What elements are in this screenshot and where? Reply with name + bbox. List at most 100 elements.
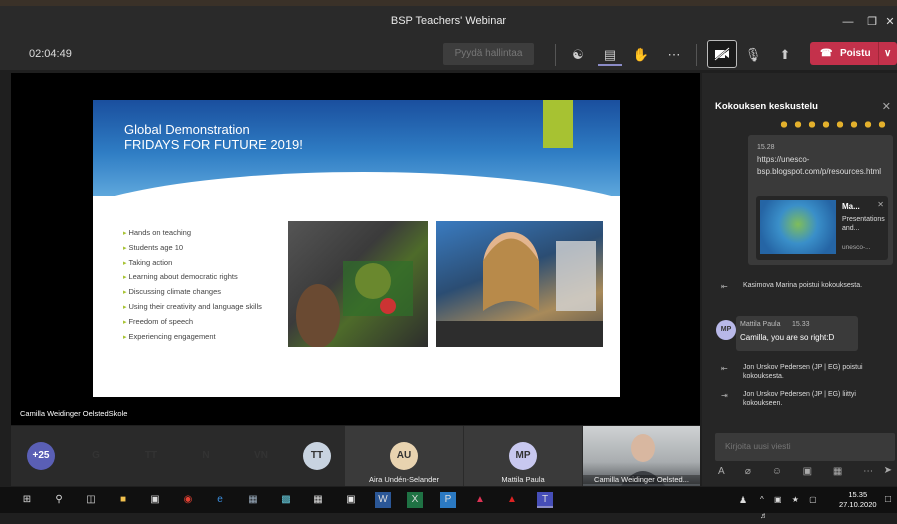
participant-avatar[interactable]: G [82, 442, 110, 470]
leave-button[interactable]: ☎ Poistu ∨ [810, 42, 897, 65]
slide-title: Global Demonstration FRIDAYS FOR FUTURE … [124, 122, 303, 152]
join-event-icon: ⇥ [721, 391, 728, 400]
participant-name: Mattila Paula [501, 475, 545, 484]
paint-icon[interactable]: ▦ [245, 492, 261, 508]
slide-title-line1: Global Demonstration [124, 122, 250, 137]
video-tile[interactable]: Camilla Weidinger Oelsted... [583, 426, 700, 486]
message-sender: Mattila Paula [740, 321, 781, 328]
excel-icon[interactable]: X [407, 492, 423, 508]
window-title: BSP Teachers' Webinar [390, 15, 507, 27]
meeting-toolbar: 02:04:49 Pyydä hallintaa ☯ ▤ ✋ ⋯ 🎙 ⬆ ☎ P… [0, 40, 897, 70]
edge-icon[interactable]: e [212, 492, 228, 508]
chat-panel: Kokouksen keskustelu ✕ 15.28 https://une… [702, 73, 897, 486]
hand-icon[interactable]: ✋ [629, 44, 653, 66]
event-text: Jon Urskov Pedersen (JP | EG) liittyi ko… [743, 391, 856, 407]
bullet-item: Freedom of speech [123, 315, 262, 330]
participant-avatar: AU [390, 442, 418, 470]
meeting-timer: 02:04:49 [29, 48, 72, 60]
bullet-item: Experiencing engagement [123, 330, 262, 345]
link-preview-card[interactable]: Ma... Presentations and... unesco-... ✕ [756, 196, 888, 260]
toolbar-divider [696, 44, 697, 66]
notes-icon[interactable]: ▩ [278, 492, 294, 508]
slide-bullets: Hands on teaching Students age 10 Taking… [123, 226, 262, 345]
reaction-emojis [777, 121, 887, 128]
camera-off-icon[interactable] [707, 40, 737, 68]
close-icon[interactable]: ✕ [877, 200, 884, 209]
participant-tile[interactable]: MP Mattila Paula [464, 426, 582, 486]
chrome-icon[interactable]: ◉ [180, 492, 196, 508]
toolbar-divider [555, 44, 556, 66]
participant-avatar[interactable]: TT [137, 442, 165, 470]
powerpoint-icon[interactable]: P [440, 492, 456, 508]
event-text: Jon Urskov Pedersen (JP | EG) poistui ko… [743, 364, 863, 380]
participant-tile[interactable]: AU Aira Undén-Selander [345, 426, 463, 486]
globe-image [760, 200, 836, 254]
participant-name: Camilla Weidinger Oelsted... [583, 475, 700, 484]
bullet-item: Students age 10 [123, 241, 262, 256]
presenter-name: Camilla Weidinger OelstedSkole [20, 409, 128, 418]
compose-box[interactable] [715, 433, 895, 461]
card-site: unesco-... [842, 244, 871, 251]
photo-mural [436, 221, 603, 347]
participant-strip: +25 G TT N VN TT AU Aira Undén-Selander … [11, 426, 700, 486]
mic-icon[interactable]: 🎙 [741, 44, 765, 66]
windows-taskbar: ⊞ ⚲ ◫ ■ ▣ ◉ e ▦ ▩ ▦ ▣ W X P ▲ ▲ T ♟ ^ ▣ … [0, 487, 897, 520]
word-icon[interactable]: W [375, 492, 391, 508]
message-text: Camilla, you are so right:D [740, 333, 835, 342]
chat-title: Kokouksen keskustelu [715, 101, 818, 112]
acrobat-icon[interactable]: ▲ [504, 492, 520, 508]
overflow-participants[interactable]: +25 [27, 442, 55, 470]
leave-label: Poistu [840, 48, 871, 59]
message-time: 15.33 [792, 321, 810, 328]
chat-message: 15.28 https://unesco-bsp.blogspot.com/p/… [748, 135, 893, 265]
participant-avatar[interactable]: VN [247, 442, 275, 470]
bullet-item: Using their creativity and language skil… [123, 300, 261, 315]
request-control-button[interactable]: Pyydä hallintaa [443, 43, 534, 65]
taskbar-clock[interactable]: 15.35 27.10.2020 [839, 490, 877, 510]
participant-avatar[interactable]: N [192, 442, 220, 470]
chat-icon[interactable]: ▤ [598, 44, 622, 66]
participant-avatar[interactable]: TT [303, 442, 331, 470]
store-icon[interactable]: ▣ [147, 492, 163, 508]
calculator-icon[interactable]: ▦ [310, 492, 326, 508]
slide-accent-block [543, 100, 573, 148]
system-tray-icons[interactable]: ^ ▣ ★ ▢ ♬ [760, 492, 835, 520]
bullet-item: Taking action [123, 256, 262, 271]
more-icon[interactable]: ⋯ [662, 44, 686, 66]
message-link[interactable]: https://unesco-bsp.blogspot.com/p/resour… [757, 154, 889, 178]
minimize-button[interactable]: — [838, 14, 858, 30]
phone-hangup-icon: ☎ [820, 48, 833, 59]
chevron-down-icon[interactable]: ∨ [884, 42, 891, 65]
close-icon[interactable]: ✕ [882, 100, 891, 113]
share-icon[interactable]: ⬆ [773, 44, 797, 66]
photo-children-painting [288, 221, 428, 347]
avatar: MP [716, 320, 736, 340]
slide-title-line2: FRIDAYS FOR FUTURE 2019! [124, 137, 303, 152]
teams-icon[interactable]: T [537, 492, 553, 508]
participant-avatar: MP [509, 442, 537, 470]
compose-tools[interactable]: A ⌀ ☺ ▣ ▦ ⋯ [718, 466, 896, 477]
app-icon[interactable]: ▣ [343, 492, 359, 508]
title-bar: BSP Teachers' Webinar — ❐ ✕ [0, 0, 897, 40]
explorer-icon[interactable]: ■ [115, 492, 131, 508]
person-icon[interactable]: ♟ [735, 492, 751, 508]
card-description: Presentations and... [842, 216, 885, 232]
clock-date: 27.10.2020 [839, 500, 877, 509]
paint3d-icon[interactable]: ▲ [472, 492, 488, 508]
leave-event-icon: ⇤ [721, 364, 728, 373]
leave-event-icon: ⇤ [721, 282, 728, 291]
people-icon[interactable]: ☯ [566, 44, 590, 66]
close-window-button[interactable]: ✕ [880, 14, 897, 30]
message-input[interactable] [725, 441, 885, 451]
notification-icon[interactable]: □ [880, 492, 896, 508]
windows-icon[interactable]: ⊞ [19, 492, 35, 508]
bullet-item: Discussing climate changes [123, 285, 262, 300]
shared-screen: Global Demonstration FRIDAYS FOR FUTURE … [11, 73, 700, 425]
send-icon[interactable]: ➤ [884, 465, 892, 476]
bullet-item: Learning about democratic rights [123, 270, 262, 285]
search-icon[interactable]: ⚲ [51, 492, 67, 508]
maximize-button[interactable]: ❐ [862, 14, 882, 30]
taskview-icon[interactable]: ◫ [83, 492, 99, 508]
clock-time: 15.35 [848, 490, 868, 499]
leave-divider [878, 42, 879, 65]
